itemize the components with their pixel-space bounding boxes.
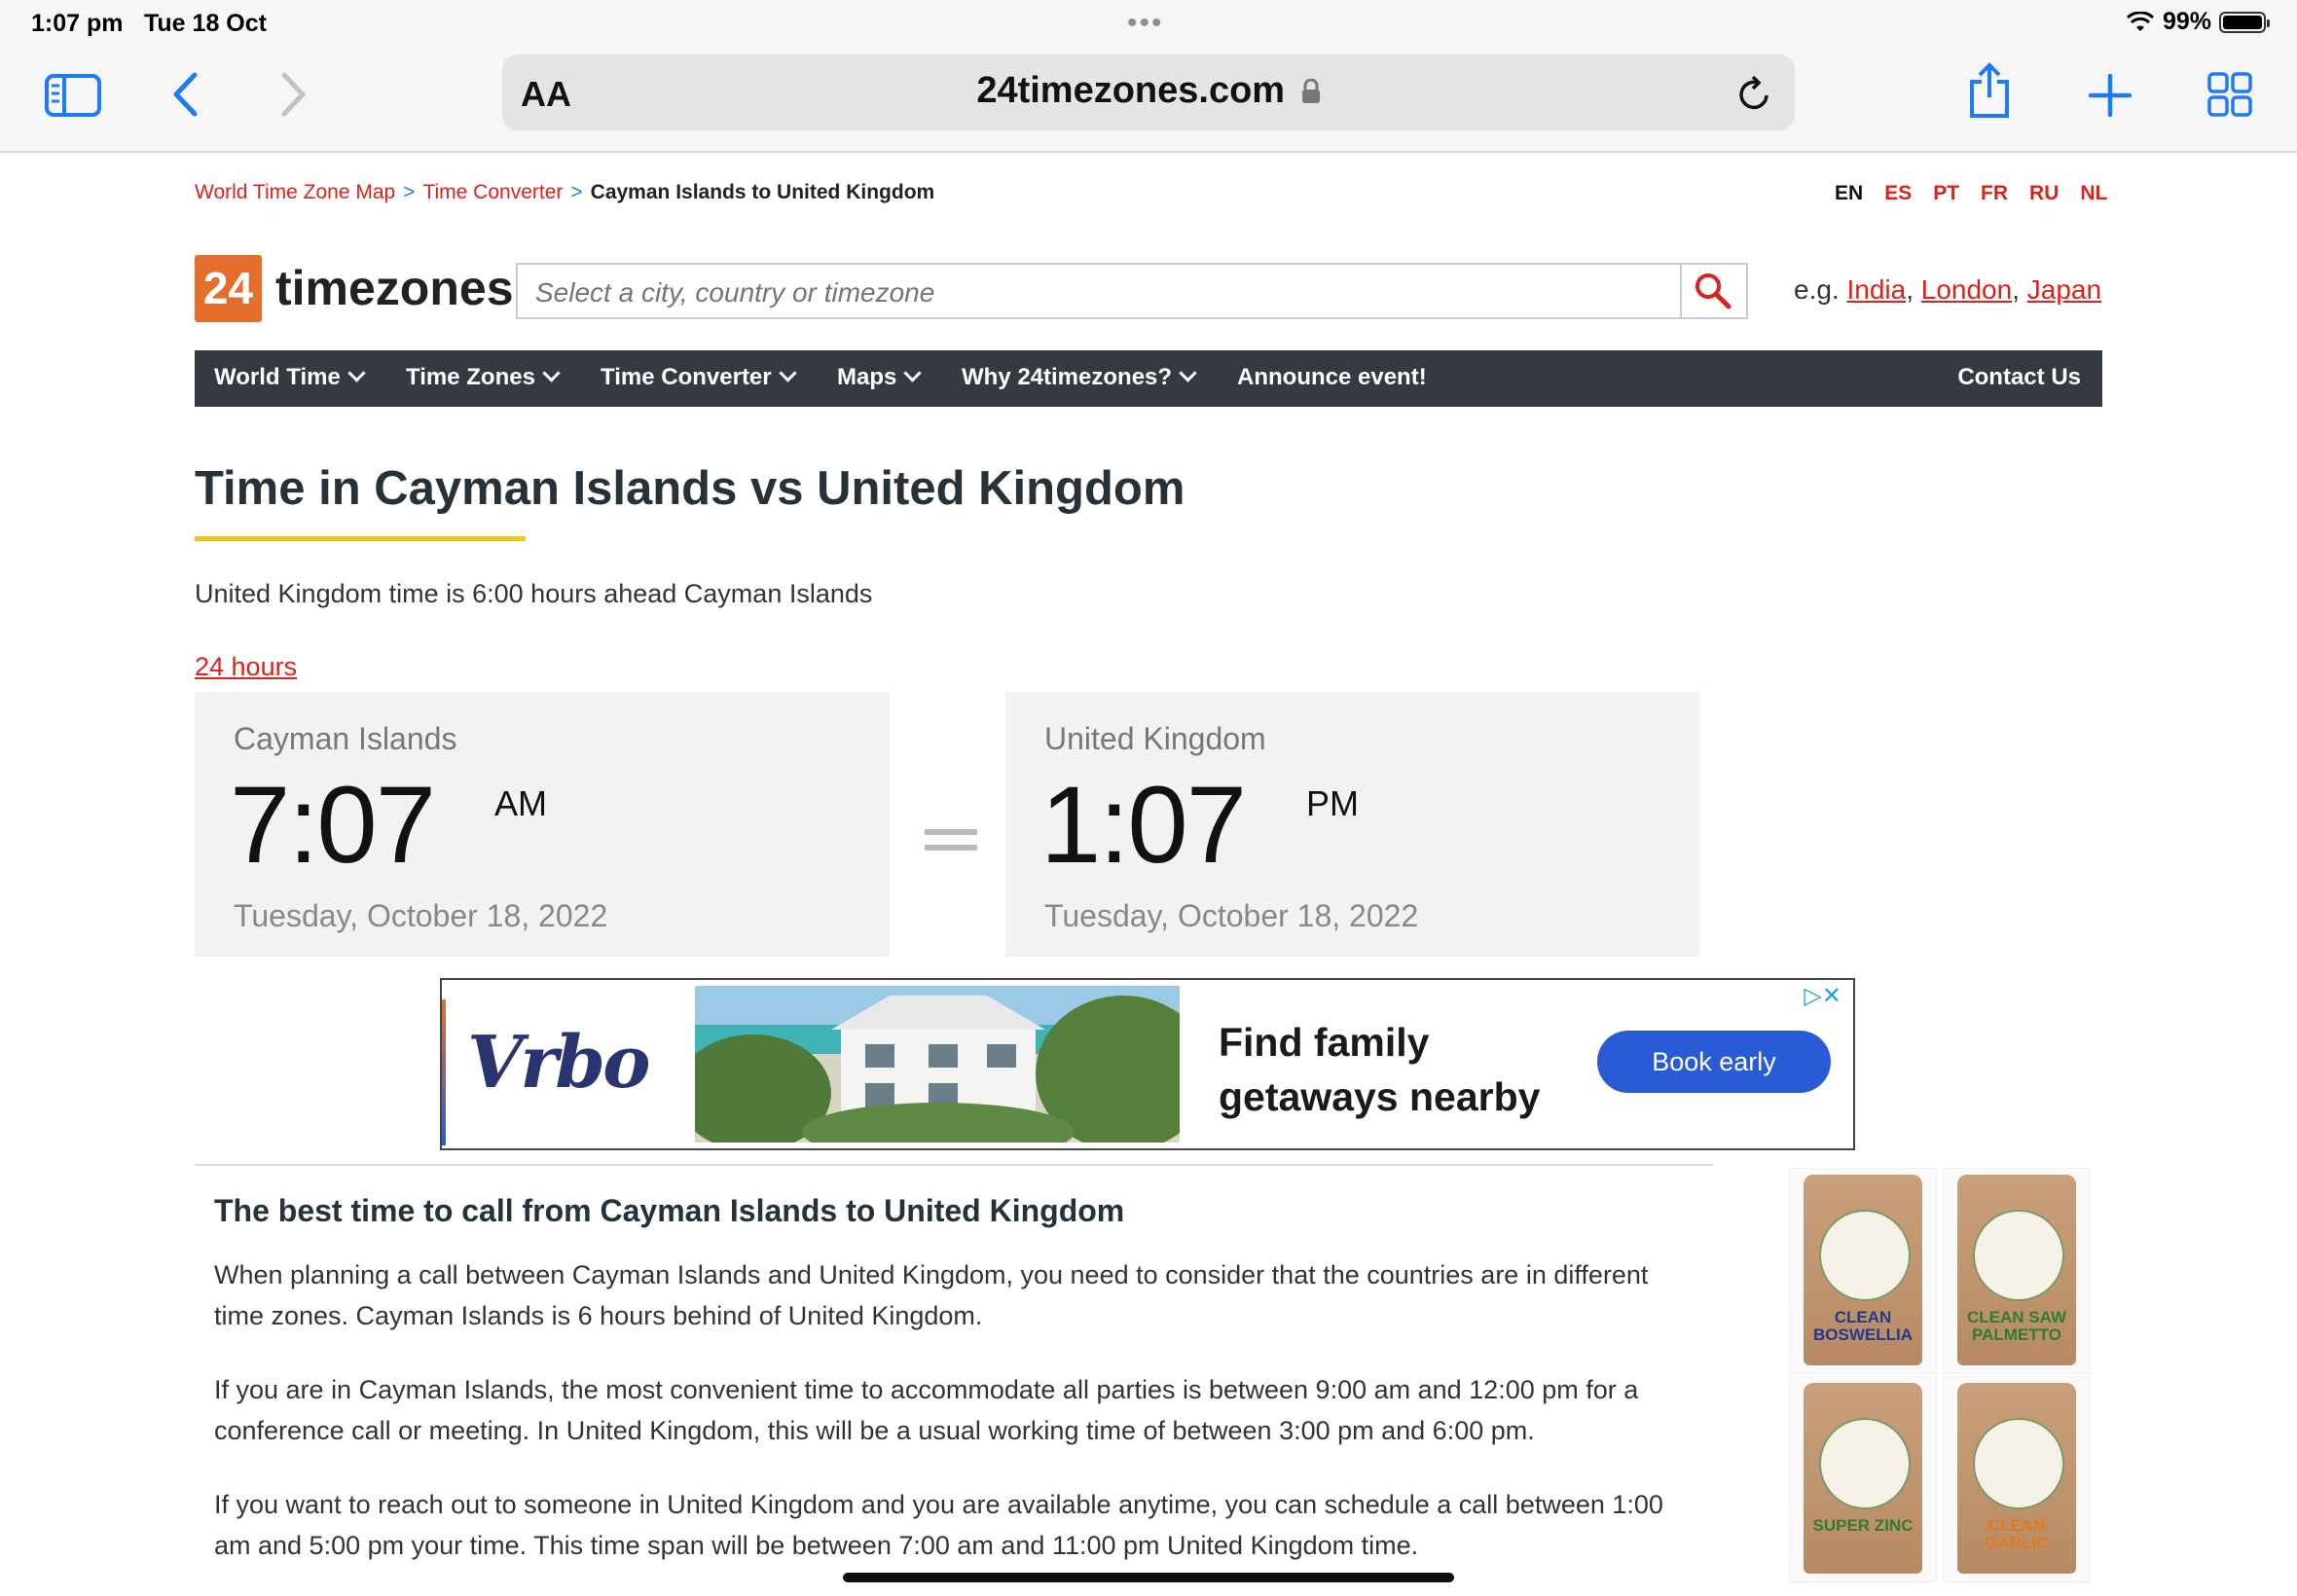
breadcrumb-current: Cayman Islands to United Kingdom <box>590 181 935 203</box>
clock-place: United Kingdom <box>1044 721 1266 756</box>
wifi-icon <box>2126 11 2154 31</box>
battery-icon <box>2219 11 2270 33</box>
breadcrumb-world-time-zone-map[interactable]: World Time Zone Map <box>195 181 395 203</box>
article-paragraph: If you are in Cayman Islands, the most c… <box>214 1375 1639 1445</box>
example-japan[interactable]: Japan <box>2027 274 2101 305</box>
tabs-overview-icon[interactable] <box>2207 72 2252 117</box>
chevron-down-icon <box>542 364 561 382</box>
nav-time-converter[interactable]: Time Converter <box>601 364 797 391</box>
ad-book-early-button[interactable]: Book early <box>1597 1031 1831 1093</box>
lang-en[interactable]: EN <box>1835 182 1863 204</box>
clock-card-uk: United Kingdom 1:07 PM Tuesday, October … <box>1005 692 1700 957</box>
clock-time: 7:07 <box>230 764 436 886</box>
ad-headline: Find family getaways nearby <box>1219 1020 1541 1119</box>
product-super-zinc[interactable]: SUPER ZINC <box>1789 1376 1937 1582</box>
logo-text[interactable]: timezones <box>275 260 514 316</box>
address-url[interactable]: 24timezones.com <box>0 70 2297 112</box>
equals-icon <box>925 829 977 860</box>
section-divider <box>195 1164 1713 1166</box>
lang-fr[interactable]: FR <box>1981 182 2008 204</box>
product-label: CLEAN SAW PALMETTO <box>1967 1308 2066 1344</box>
status-right: 99% <box>2126 8 2270 36</box>
time-difference-text: United Kingdom time is 6:00 hours ahead … <box>195 579 873 608</box>
chevron-down-icon <box>347 364 366 382</box>
clock-card-cayman: Cayman Islands 7:07 AM Tuesday, October … <box>195 692 890 957</box>
nav-time-zones[interactable]: Time Zones <box>406 364 561 391</box>
banner-ad[interactable]: Vrbo Find family getaways nearby Book ear… <box>440 978 1855 1150</box>
examples-prefix: e.g. <box>1794 274 1840 305</box>
logo-badge[interactable]: 24 <box>195 255 262 322</box>
lang-nl[interactable]: NL <box>2080 182 2107 204</box>
main-nav: World Time Time Zones Time Converter Map… <box>195 350 2102 407</box>
breadcrumb: World Time Zone Map > Time Converter > Cayma… <box>195 181 934 204</box>
search-input[interactable] <box>533 274 1686 311</box>
nav-why[interactable]: Why 24timezones? <box>962 364 1197 391</box>
clock-date: Tuesday, October 18, 2022 <box>1044 898 1419 933</box>
breadcrumb-separator-icon: > <box>403 181 416 203</box>
clock-ampm: AM <box>494 783 547 823</box>
status-date: Tue 18 Oct <box>144 10 267 37</box>
reload-icon[interactable] <box>1736 74 1773 113</box>
multitask-dots-icon[interactable]: ••• <box>1127 9 1164 38</box>
example-london[interactable]: London <box>1921 274 2012 305</box>
new-tab-icon[interactable] <box>2089 74 2132 117</box>
clock-date: Tuesday, October 18, 2022 <box>234 898 608 933</box>
product-clean-garlic[interactable]: CLEAN GARLIC <box>1943 1376 2091 1582</box>
chevron-down-icon <box>1179 364 1197 382</box>
product-label: SUPER ZINC <box>1812 1516 1914 1535</box>
article-paragraph: If you want to reach out to someone in U… <box>214 1490 1663 1560</box>
page-title: Time in Cayman Islands vs United Kingdom <box>195 462 1185 515</box>
ad-accent-bar <box>442 999 446 1145</box>
search-box <box>516 263 1748 319</box>
clock-time: 1:07 <box>1040 764 1247 886</box>
best-time-heading: The best time to call from Cayman Island… <box>214 1193 1125 1228</box>
ad-brand-logo: Vrbo <box>467 1021 651 1105</box>
breadcrumb-time-converter[interactable]: Time Converter <box>422 181 563 203</box>
share-icon[interactable] <box>1966 62 2013 119</box>
product-boswellia[interactable]: CLEAN BOSWELLIA <box>1789 1168 1937 1374</box>
ad-choices-close-icon[interactable]: ▷✕ <box>1804 982 1841 1010</box>
clock-ampm: PM <box>1306 783 1359 823</box>
ad-beach-house-image <box>695 986 1180 1143</box>
home-indicator[interactable] <box>843 1573 1454 1582</box>
browser-chrome: 1:07 pm Tue 18 Oct ••• 99% AA 24timezone… <box>0 0 2297 153</box>
24-hours-link[interactable]: 24 hours <box>195 652 297 682</box>
clock-place: Cayman Islands <box>234 721 457 756</box>
lock-icon <box>1301 78 1320 103</box>
nav-contact-us[interactable]: Contact Us <box>1957 364 2081 391</box>
lang-ru[interactable]: RU <box>2029 182 2059 204</box>
nav-announce-event[interactable]: Announce event! <box>1237 364 1427 391</box>
chevron-down-icon <box>903 364 923 382</box>
search-icon <box>1695 273 1732 309</box>
side-ad[interactable]: ▷✕ CLEAN BOSWELLIA CLEAN SAW PALMETTO SU… <box>1789 1164 2098 1596</box>
status-time: 1:07 pm <box>31 10 124 37</box>
nav-maps[interactable]: Maps <box>837 364 923 391</box>
lang-pt[interactable]: PT <box>1933 182 1959 204</box>
breadcrumb-separator-icon: > <box>570 181 583 203</box>
product-saw-palmetto[interactable]: CLEAN SAW PALMETTO <box>1943 1168 2091 1374</box>
title-underline <box>195 536 526 541</box>
nav-world-time[interactable]: World Time <box>214 364 366 391</box>
battery-percent: 99% <box>2162 8 2211 35</box>
language-switcher: EN ES PT FR RU NL <box>1835 182 2129 205</box>
chevron-down-icon <box>778 364 797 382</box>
search-examples: e.g. India, London, Japan <box>1794 274 2102 305</box>
product-label: CLEAN GARLIC <box>1985 1516 2049 1552</box>
example-india[interactable]: India <box>1846 274 1906 305</box>
product-label: CLEAN BOSWELLIA <box>1813 1308 1913 1344</box>
article-paragraph: When planning a call between Cayman Isla… <box>214 1260 1649 1330</box>
search-button[interactable] <box>1680 265 1746 317</box>
lang-es[interactable]: ES <box>1884 182 1912 204</box>
